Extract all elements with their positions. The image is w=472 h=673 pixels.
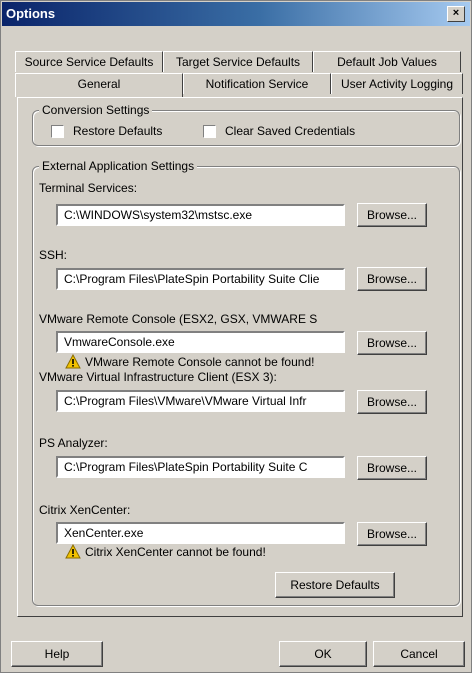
xencenter-label: Citrix XenCenter: [39, 503, 131, 517]
ssh-field[interactable]: C:\Program Files\PlateSpin Portability S… [56, 268, 345, 290]
tab-notification-service[interactable]: Notification Service [183, 73, 331, 94]
xencenter-field[interactable]: XenCenter.exe [56, 522, 345, 544]
ssh-label: SSH: [39, 248, 68, 262]
xencenter-warning: Citrix XenCenter cannot be found! [65, 544, 266, 559]
tab-default-job-values[interactable]: Default Job Values [313, 51, 461, 72]
close-button[interactable]: × [447, 6, 465, 22]
vmware-console-warning-text: VMware Remote Console cannot be found! [85, 355, 315, 369]
vi-client-field[interactable]: C:\Program Files\VMware\VMware Virtual I… [56, 390, 345, 412]
restore-defaults-button[interactable]: Restore Defaults [275, 572, 395, 598]
terminal-services-label: Terminal Services: [39, 181, 138, 195]
vmware-console-field[interactable]: VmwareConsole.exe [56, 331, 345, 353]
conversion-settings-legend: Conversion Settings [39, 103, 153, 117]
help-button[interactable]: Help [11, 641, 103, 667]
ps-analyzer-label: PS Analyzer: [39, 436, 108, 450]
tab-general[interactable]: General [15, 73, 183, 97]
restore-defaults-checkbox[interactable] [51, 125, 64, 138]
options-dialog: Options × Source Service Defaults Target… [0, 0, 472, 673]
cancel-button[interactable]: Cancel [373, 641, 465, 667]
terminal-services-field[interactable]: C:\WINDOWS\system32\mstsc.exe [56, 204, 345, 226]
tab-target-service-defaults[interactable]: Target Service Defaults [163, 51, 313, 72]
vmware-console-warning: VMware Remote Console cannot be found! [65, 354, 314, 369]
ps-analyzer-field[interactable]: C:\Program Files\PlateSpin Portability S… [56, 456, 345, 478]
restore-defaults-label[interactable]: Restore Defaults [73, 124, 162, 138]
clear-credentials-checkbox[interactable] [203, 125, 216, 138]
clear-credentials-label[interactable]: Clear Saved Credentials [225, 124, 355, 138]
conversion-settings-group: Conversion Settings Restore Defaults Cle… [32, 103, 460, 146]
general-tab-panel: Conversion Settings Restore Defaults Cle… [17, 97, 463, 617]
ok-button[interactable]: OK [279, 641, 367, 667]
tab-row-bottom: General Notification Service User Activi… [15, 73, 465, 97]
tab-row-top: Source Service Defaults Target Service D… [15, 51, 465, 73]
vmware-console-label: VMware Remote Console (ESX2, GSX, VMWARE… [39, 312, 318, 326]
title-bar[interactable]: Options × [2, 2, 470, 26]
xencenter-warning-text: Citrix XenCenter cannot be found! [85, 545, 266, 559]
external-app-settings-legend: External Application Settings [39, 159, 198, 173]
vi-client-label: VMware Virtual Infrastructure Client (ES… [39, 370, 277, 384]
tab-source-service-defaults[interactable]: Source Service Defaults [15, 51, 163, 72]
ssh-browse-button[interactable]: Browse... [357, 267, 427, 291]
xencenter-browse-button[interactable]: Browse... [357, 522, 427, 546]
terminal-browse-button[interactable]: Browse... [357, 203, 427, 227]
warning-icon [65, 354, 81, 369]
ps-analyzer-browse-button[interactable]: Browse... [357, 456, 427, 480]
external-app-settings-group: External Application Settings Terminal S… [32, 159, 460, 606]
window-title: Options [6, 6, 56, 21]
warning-icon [65, 544, 81, 559]
vmware-console-browse-button[interactable]: Browse... [357, 331, 427, 355]
vi-client-browse-button[interactable]: Browse... [357, 390, 427, 414]
tab-user-activity-logging[interactable]: User Activity Logging [331, 73, 463, 94]
